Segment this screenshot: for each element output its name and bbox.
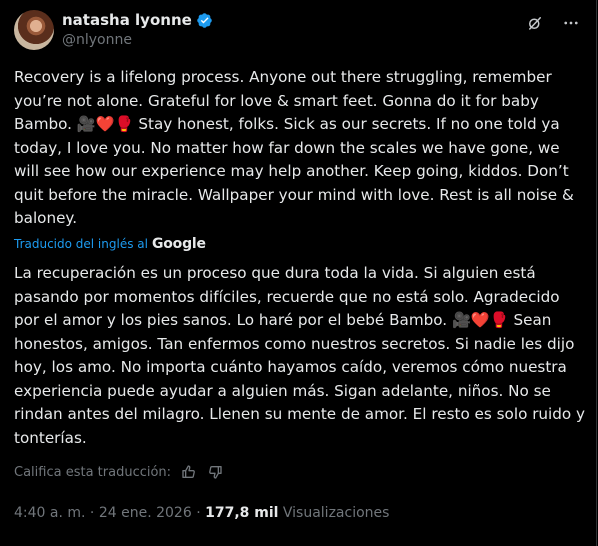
meta-separator: · — [89, 505, 95, 521]
grok-icon[interactable] — [526, 14, 544, 32]
verified-badge-icon — [196, 12, 213, 29]
rate-translation: Califica esta traducción: — [14, 464, 223, 480]
tweet-time[interactable]: 4:40 a. m. — [14, 505, 85, 521]
thumbs-down-icon[interactable] — [207, 464, 223, 480]
translation-label: Traducido del inglés al — [14, 237, 148, 251]
more-options-icon[interactable] — [562, 14, 580, 32]
views-label: Visualizaciones — [282, 505, 390, 521]
translated-text: La recuperación es un proceso que dura t… — [14, 264, 590, 447]
thumbs-up-icon[interactable] — [181, 464, 197, 480]
tweet-date[interactable]: 24 ene. 2026 — [99, 505, 192, 521]
views-count: 177,8 mil — [205, 505, 279, 521]
meta-separator: · — [196, 505, 201, 521]
tweet-text: Recovery is a lifelong process. Anyone o… — [14, 68, 579, 227]
google-logo: Google — [151, 236, 206, 252]
header-actions — [526, 14, 580, 32]
tweet-detail: natasha lyonne @nlyonne Recovery is a li… — [0, 0, 597, 546]
author-handle[interactable]: @nlyonne — [62, 32, 132, 48]
translation-attribution[interactable]: Traducido del inglés al Google — [14, 236, 206, 252]
tweet-meta: 4:40 a. m. · 24 ene. 2026 · 177,8 mil Vi… — [14, 505, 389, 521]
avatar[interactable] — [14, 10, 54, 50]
author-name-row[interactable]: natasha lyonne — [62, 11, 213, 29]
tweet-header: natasha lyonne @nlyonne — [14, 10, 586, 54]
rate-translation-label: Califica esta traducción: — [14, 464, 172, 480]
author-name[interactable]: natasha lyonne — [62, 11, 192, 29]
